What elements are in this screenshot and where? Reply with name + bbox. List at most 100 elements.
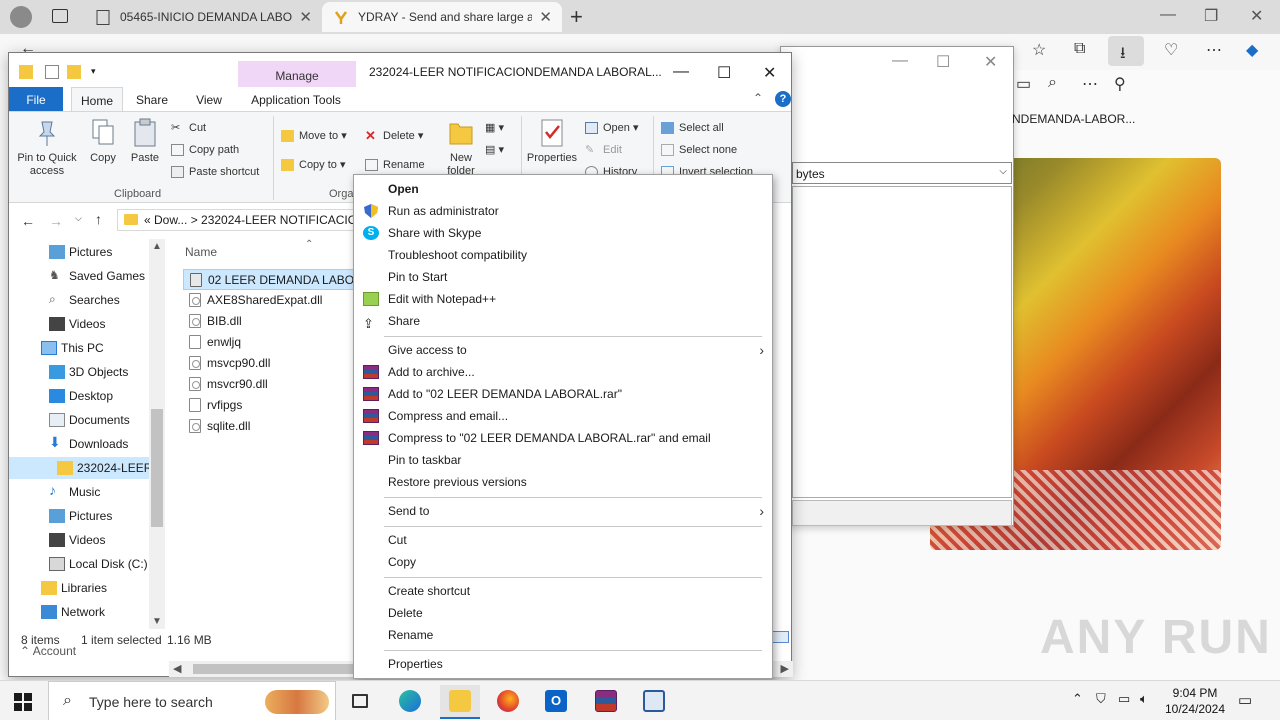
account-label[interactable]: ⌃ Account xyxy=(20,644,76,658)
bg-close-icon[interactable]: ✕ xyxy=(984,52,997,72)
menu-restore-previous[interactable]: Restore previous versions xyxy=(354,471,772,493)
menu-delete[interactable]: Delete xyxy=(354,602,772,624)
copy-button[interactable]: Copy xyxy=(85,118,121,165)
paste-button[interactable]: Paste xyxy=(127,118,163,165)
nav-videos-2[interactable]: Videos xyxy=(9,529,149,551)
file-explorer-taskbar-button[interactable] xyxy=(440,685,480,719)
menu-troubleshoot[interactable]: Troubleshoot compatibility xyxy=(354,244,772,266)
file-item[interactable]: BIB.dll xyxy=(183,311,373,332)
scroll-left-icon[interactable]: ◀ xyxy=(173,662,181,675)
menu-send-to[interactable]: Send to › xyxy=(354,500,772,522)
nav-downloads[interactable]: ⬇ Downloads xyxy=(9,433,149,455)
favorites-icon[interactable]: ☆ xyxy=(1032,40,1046,60)
menu-compress-and-email[interactable]: Compress and email... xyxy=(354,405,772,427)
outlook-taskbar-button[interactable]: O xyxy=(536,685,576,719)
nav-this-pc[interactable]: This PC xyxy=(9,337,149,359)
pin-icon[interactable]: ⚲ xyxy=(1114,74,1126,94)
format-combo[interactable]: bytes ⌵ xyxy=(792,162,1012,184)
nav-videos[interactable]: Videos xyxy=(9,313,149,335)
nav-scrollbar[interactable]: ▲ ▼ xyxy=(149,239,165,629)
menu-run-as-administrator[interactable]: Run as administrator xyxy=(354,200,772,222)
minimize-icon[interactable]: — xyxy=(1160,6,1176,24)
scroll-down-icon[interactable]: ▼ xyxy=(152,616,162,627)
file-item[interactable]: 02 LEER DEMANDA LABORAL xyxy=(183,269,373,290)
menu-open[interactable]: Open xyxy=(354,178,772,200)
properties-icon[interactable] xyxy=(45,65,59,79)
notifications-icon[interactable]: ▭ xyxy=(1238,691,1252,709)
bg-minimize-icon[interactable]: — xyxy=(892,52,908,70)
cut-button[interactable]: ✂ Cut xyxy=(171,120,206,136)
tab-home[interactable]: Home xyxy=(71,87,123,111)
menu-rename[interactable]: Rename xyxy=(354,624,772,646)
maximize-icon[interactable]: ☐ xyxy=(717,63,731,83)
nav-scrollbar-thumb[interactable] xyxy=(151,409,163,527)
tab-file[interactable]: File xyxy=(9,87,63,111)
menu-compress-rar-email[interactable]: Compress to "02 LEER DEMANDA LABORAL.rar… xyxy=(354,427,772,449)
more-icon[interactable]: ⋯ xyxy=(1082,74,1098,94)
more-icon[interactable]: ⋯ xyxy=(1206,40,1222,60)
minimize-icon[interactable]: — xyxy=(673,63,689,81)
new-item-icon[interactable]: ▦ ▾ xyxy=(485,120,504,136)
menu-edit-notepad[interactable]: Edit with Notepad++ xyxy=(354,288,772,310)
edit-button[interactable]: ✎ Edit xyxy=(585,142,622,158)
paste-shortcut-button[interactable]: Paste shortcut xyxy=(171,164,259,180)
select-all-button[interactable]: Select all xyxy=(661,120,724,136)
network-icon[interactable]: ▭ xyxy=(1118,691,1130,707)
menu-share[interactable]: ⇪ Share xyxy=(354,310,772,332)
nav-232024-leer[interactable]: 232024-LEER xyxy=(9,457,152,479)
collections-icon[interactable]: ⧉ xyxy=(1074,40,1085,58)
close-icon[interactable]: ✕ xyxy=(1250,6,1263,26)
nav-3d-objects[interactable]: 3D Objects xyxy=(9,361,149,383)
new-folder-button[interactable]: New folder xyxy=(443,118,479,178)
tab-application-tools[interactable]: Application Tools xyxy=(245,87,347,111)
horizontal-scrollbar-thumb[interactable] xyxy=(193,664,363,674)
nav-pictures[interactable]: Pictures xyxy=(9,241,149,263)
new-folder-icon[interactable] xyxy=(67,65,81,79)
collapse-ribbon-icon[interactable]: ⌃ xyxy=(753,91,763,105)
menu-add-to-rar[interactable]: Add to "02 LEER DEMANDA LABORAL.rar" xyxy=(354,383,772,405)
taskbar-search[interactable]: ⌕ Type here to search xyxy=(48,681,336,720)
browser-tab-2[interactable]: YDRAY - Send and share large an ✕ xyxy=(322,2,562,32)
nav-documents[interactable]: Documents xyxy=(9,409,149,431)
close-tab-icon[interactable]: ✕ xyxy=(299,8,312,26)
show-hidden-icons[interactable]: ⌃ xyxy=(1072,691,1083,707)
tab-view[interactable]: View xyxy=(189,87,229,111)
nav-network[interactable]: Network xyxy=(9,601,149,623)
scroll-right-icon[interactable]: ▶ xyxy=(781,662,789,675)
search-icon[interactable]: ⌕ xyxy=(1048,74,1057,92)
winrar-taskbar-button[interactable] xyxy=(586,685,626,719)
nav-desktop[interactable]: Desktop xyxy=(9,385,149,407)
menu-create-shortcut[interactable]: Create shortcut xyxy=(354,580,772,602)
nav-pictures-2[interactable]: Pictures xyxy=(9,505,149,527)
close-icon[interactable]: ✕ xyxy=(763,63,776,83)
rename-button[interactable]: Rename xyxy=(365,157,425,173)
nav-searches[interactable]: ⌕ Searches xyxy=(9,289,149,311)
file-item[interactable]: msvcr90.dll xyxy=(183,374,373,395)
menu-add-to-archive[interactable]: Add to archive... xyxy=(354,361,772,383)
windows-start-icon[interactable] xyxy=(14,693,32,711)
profile-icon[interactable] xyxy=(10,6,32,28)
move-to-button[interactable]: Move to ▾ xyxy=(281,128,347,144)
nav-music[interactable]: ♪ Music xyxy=(9,481,149,503)
pin-quick-access-button[interactable]: Pin to Quick access xyxy=(15,118,79,178)
properties-button[interactable]: Properties xyxy=(525,118,579,165)
folder-icon[interactable]: ▭ xyxy=(1016,74,1031,94)
browser-tab-1[interactable]: 05465-INICIO DEMANDA LABORAL ✕ xyxy=(84,2,322,32)
menu-pin-to-taskbar[interactable]: Pin to taskbar xyxy=(354,449,772,471)
nav-saved-games[interactable]: ♞ Saved Games xyxy=(9,265,149,287)
menu-share-with-skype[interactable]: S Share with Skype xyxy=(354,222,772,244)
app-taskbar-button[interactable] xyxy=(634,685,674,719)
open-button[interactable]: Open ▾ xyxy=(585,120,639,136)
file-item[interactable]: enwljq xyxy=(183,332,373,353)
menu-properties[interactable]: Properties xyxy=(354,653,772,675)
tab-actions-icon[interactable] xyxy=(52,9,68,23)
nav-local-disk[interactable]: Local Disk (C:) xyxy=(9,553,149,575)
file-item[interactable]: sqlite.dll xyxy=(183,416,373,437)
customize-chevron-icon[interactable]: ▾ xyxy=(91,66,105,80)
recent-locations-icon[interactable]: ⌵ xyxy=(75,213,82,224)
help-icon[interactable]: ? xyxy=(775,91,791,107)
menu-pin-to-start[interactable]: Pin to Start xyxy=(354,266,772,288)
edge-taskbar-button[interactable] xyxy=(390,685,430,719)
new-tab-button[interactable]: + xyxy=(570,4,583,30)
menu-give-access[interactable]: Give access to › xyxy=(354,339,772,361)
